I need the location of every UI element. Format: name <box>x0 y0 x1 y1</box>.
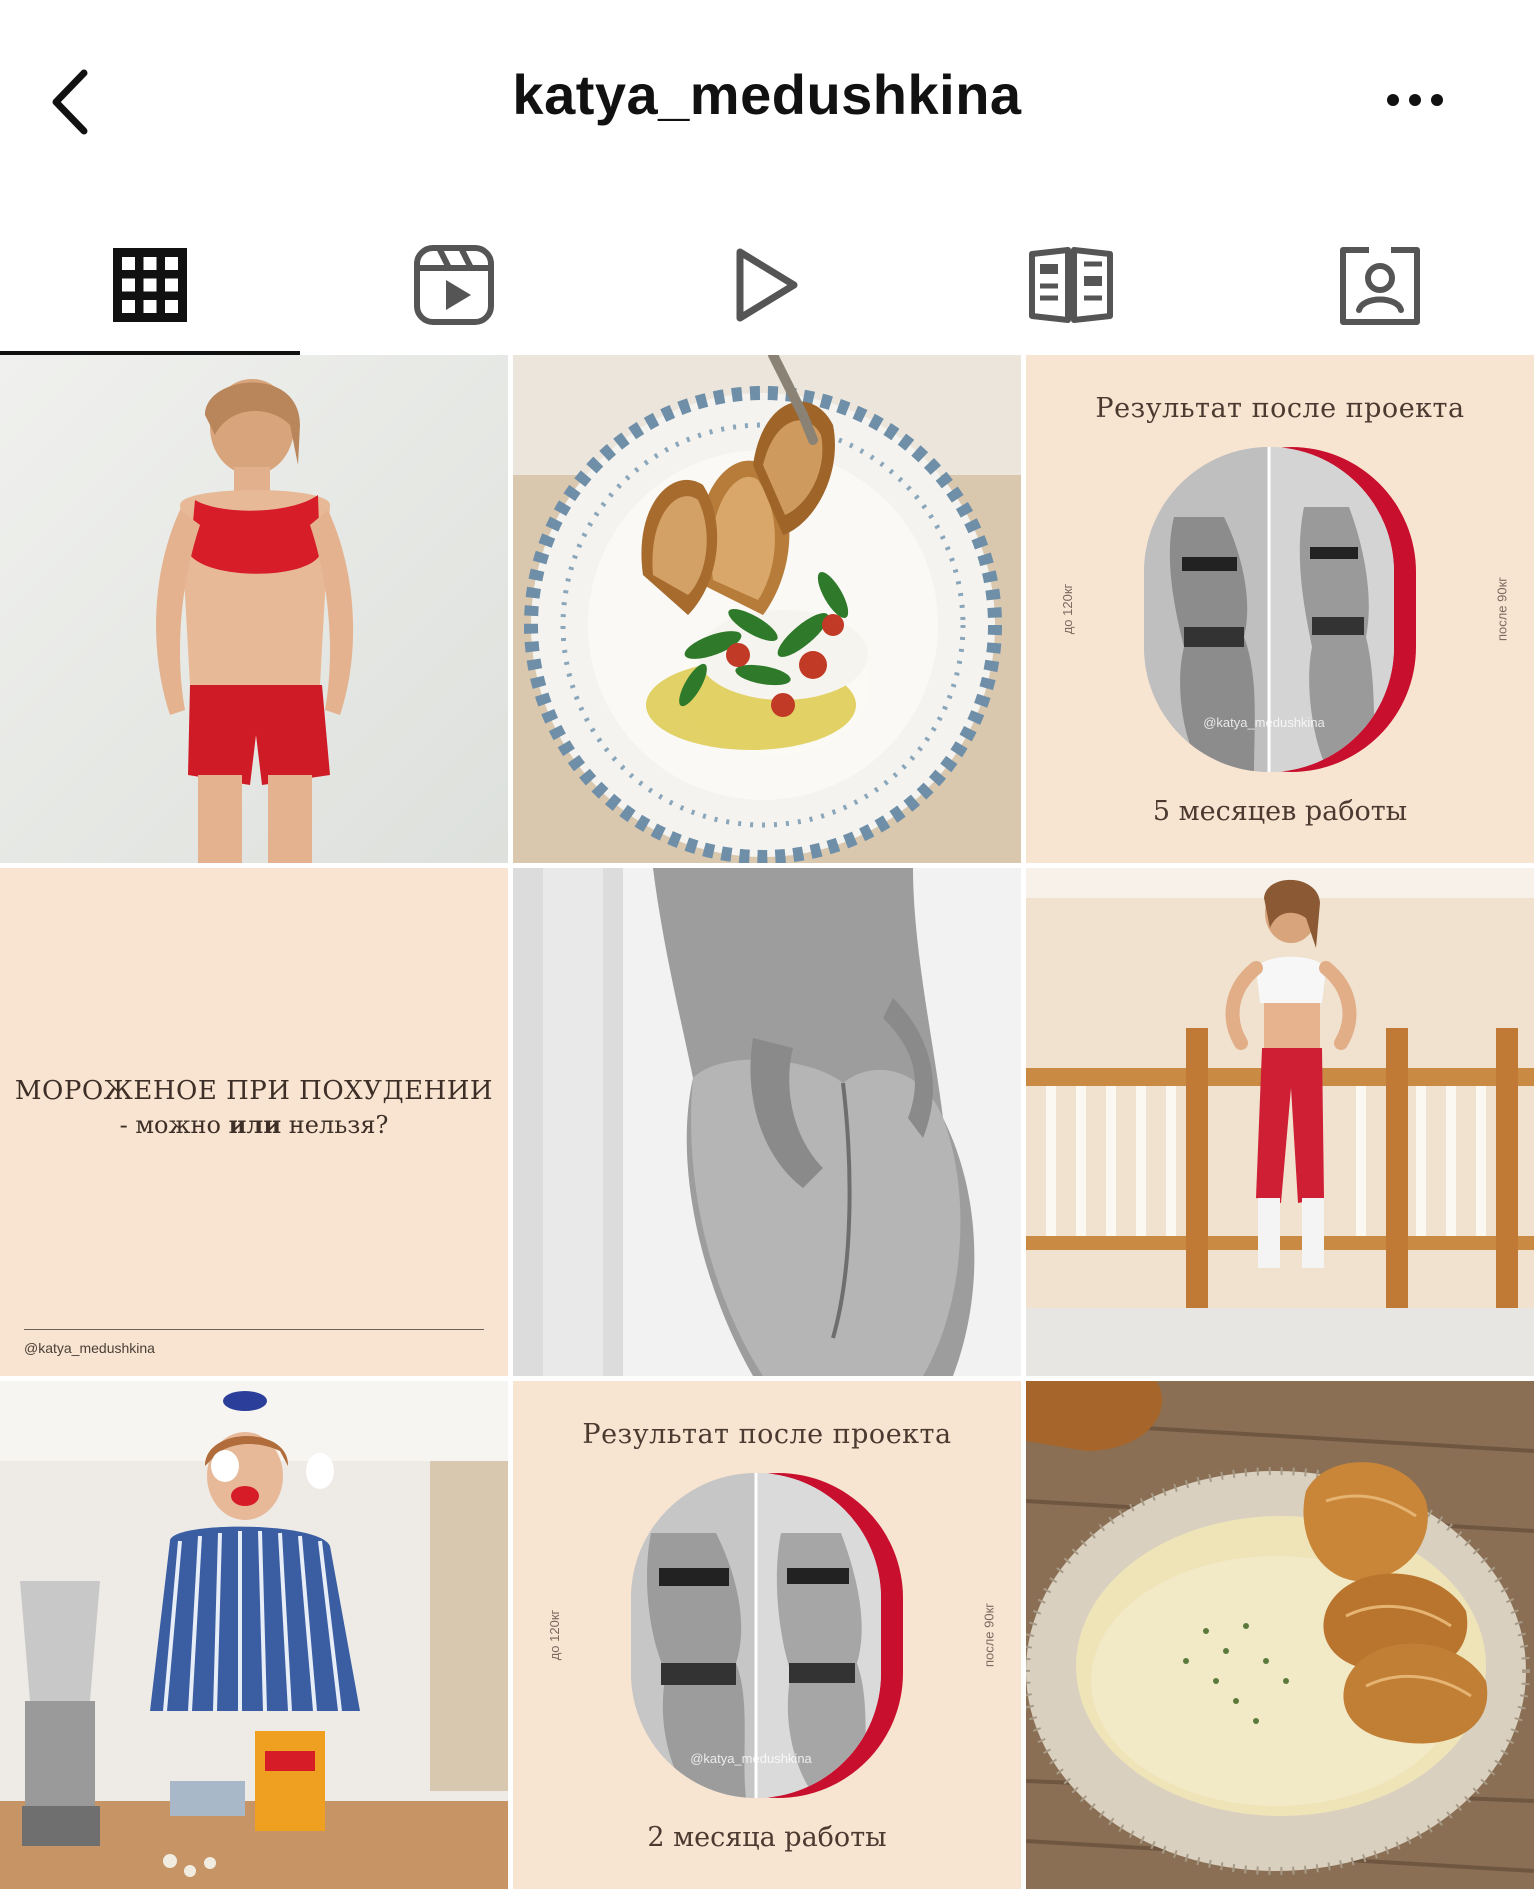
quote-card: МОРОЖЕНОЕ ПРИ ПОХУДЕНИИ - можно или нель… <box>0 868 508 1376</box>
post-thumbnail[interactable]: Результат после проекта до 120кг после 9… <box>513 1381 1021 1889</box>
watermark-text: @katya_medushkina <box>1203 715 1325 730</box>
before-after-photo: @katya_medushkina <box>1144 447 1416 772</box>
posts-grid: Результат после проекта до 120кг после 9… <box>0 355 1534 1890</box>
post-image-soup-bowl <box>1026 1381 1534 1889</box>
tab-posts-grid[interactable] <box>0 215 300 355</box>
tab-reels[interactable] <box>300 215 609 355</box>
card-footer: 5 месяцев работы <box>1152 796 1408 827</box>
profile-tabs <box>0 215 1534 355</box>
post-image-plate-toast <box>513 355 1021 863</box>
ellipsis-icon <box>1387 94 1443 106</box>
profile-header: katya_medushkina <box>0 0 1534 200</box>
card-right-note: после 90кг <box>981 1602 997 1668</box>
card-title: Результат после проекта <box>1095 393 1465 424</box>
divider <box>24 1329 484 1330</box>
tab-tagged[interactable] <box>1226 215 1534 355</box>
card-left-note: до 120кг <box>1059 583 1075 635</box>
tab-guides[interactable] <box>917 215 1226 355</box>
grid-icon <box>113 248 187 322</box>
post-image-woman-red-leggings <box>1026 868 1534 1376</box>
quote-line-1: МОРОЖЕНОЕ ПРИ ПОХУДЕНИИ <box>14 1076 494 1106</box>
quote-line-2: - можно или нельзя? <box>119 1110 389 1139</box>
quote-handle: @katya_medushkina <box>24 1340 155 1356</box>
tagged-person-icon <box>1339 247 1420 325</box>
watermark-text: @katya_medushkina <box>690 1751 812 1766</box>
post-thumbnail[interactable] <box>513 868 1021 1376</box>
post-image-bw-body <box>513 868 1021 1376</box>
card-left-note: до 120кг <box>546 1609 562 1661</box>
card-footer: 2 месяца работы <box>647 1822 887 1853</box>
tab-videos[interactable] <box>609 215 918 355</box>
post-thumbnail[interactable]: МОРОЖЕНОЕ ПРИ ПОХУДЕНИИ - можно или нель… <box>0 868 508 1376</box>
post-thumbnail[interactable] <box>1026 868 1534 1376</box>
post-image-kitchen-eggs <box>0 1381 508 1889</box>
result-card: Результат после проекта до 120кг после 9… <box>513 1381 1021 1889</box>
card-title: Результат после проекта <box>582 1419 952 1450</box>
guide-icon <box>1029 247 1114 323</box>
post-thumbnail[interactable] <box>0 1381 508 1889</box>
post-image-woman-red-outfit <box>0 355 508 863</box>
before-after-photo: @katya_medushkina <box>631 1473 903 1798</box>
post-thumbnail[interactable] <box>1026 1381 1534 1889</box>
play-icon <box>736 248 798 322</box>
profile-username: katya_medushkina <box>512 63 1022 126</box>
card-right-note: после 90кг <box>1494 576 1510 642</box>
post-thumbnail[interactable] <box>513 355 1021 863</box>
reels-icon <box>414 245 495 325</box>
post-thumbnail[interactable] <box>0 355 508 863</box>
post-thumbnail[interactable]: Результат после проекта до 120кг после 9… <box>1026 355 1534 863</box>
result-card: Результат после проекта до 120кг после 9… <box>1026 355 1534 863</box>
more-options-button[interactable] <box>1380 85 1450 115</box>
